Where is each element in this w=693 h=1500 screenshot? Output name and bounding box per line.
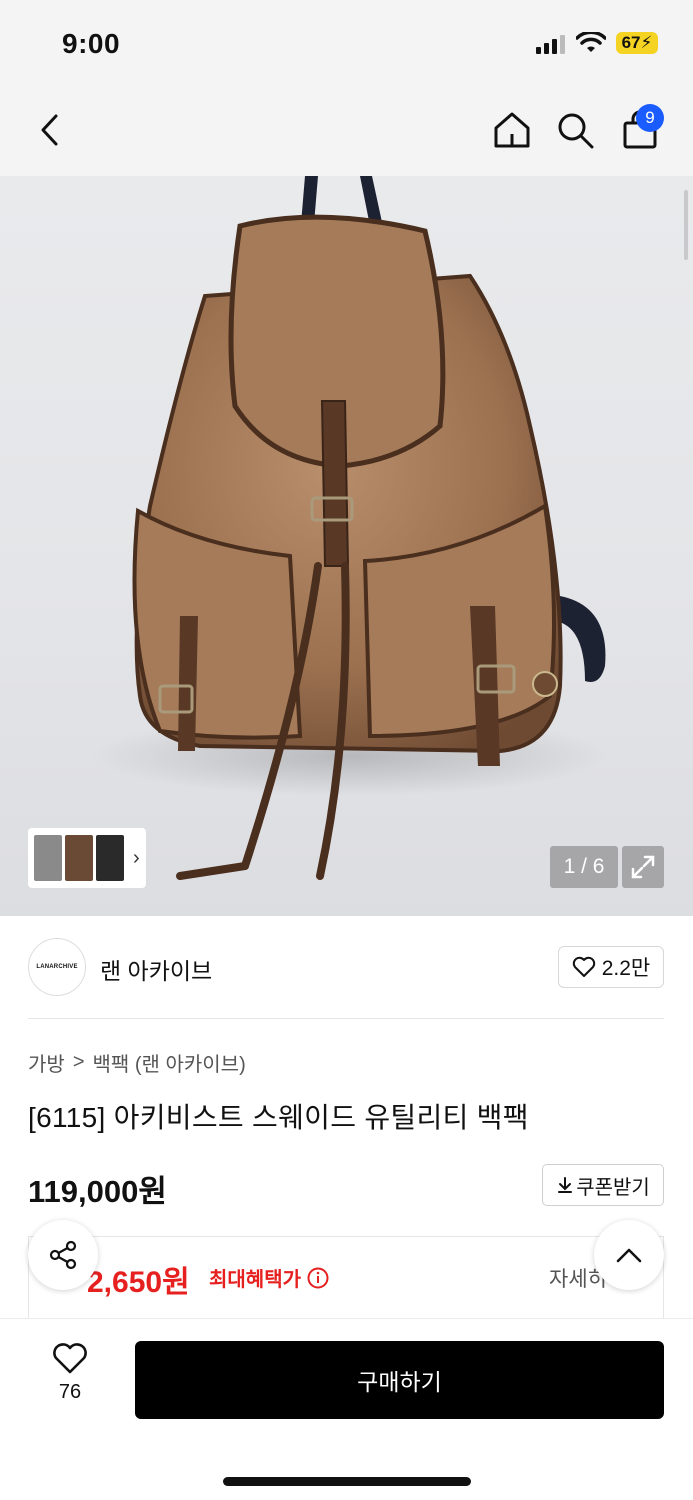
coupon-label: 쿠폰받기 [576, 1176, 650, 1199]
brand-row[interactable]: LANARCHIVE 랜 아카이브 2.2만 [0, 916, 693, 1018]
fullscreen-button[interactable] [622, 846, 664, 888]
breadcrumb-separator: > [72, 1051, 85, 1073]
buy-button[interactable]: 구매하기 [135, 1341, 664, 1419]
coupon-button[interactable]: 쿠폰받기 [542, 1164, 664, 1206]
thumbnail-1[interactable] [34, 835, 62, 881]
charging-icon: ⚡ [640, 33, 653, 52]
scroll-top-button[interactable] [594, 1220, 664, 1290]
wishlist-button[interactable]: 76 [40, 1343, 100, 1415]
brand-like-count: 2.2만 [601, 957, 651, 980]
thumbnail-2[interactable] [65, 835, 93, 881]
benefit-label: 최대혜택가 [209, 1263, 329, 1292]
heart-icon [53, 1343, 87, 1374]
product-title: [6115] 아키비스트 스웨이드 유틸리티 백팩 [28, 1102, 529, 1133]
product-image[interactable] [0, 176, 693, 916]
cart-count-badge: 9 [636, 104, 664, 132]
backpack-illustration [90, 176, 610, 880]
brand-like-button[interactable]: 2.2만 [558, 946, 664, 988]
benefit-label-text: 최대혜택가 [209, 1269, 301, 1291]
expand-icon [631, 855, 655, 879]
image-page-counter: 1 / 6 [550, 846, 618, 888]
share-button[interactable] [28, 1220, 98, 1290]
info-icon[interactable] [307, 1267, 329, 1289]
battery-level: 67 [621, 33, 641, 52]
top-nav [0, 90, 693, 176]
benefit-box[interactable]: 2,650원 최대혜택가 자세히 [28, 1236, 664, 1320]
bottom-action-bar: 76 구매하기 [0, 1318, 693, 1500]
chevron-up-icon [616, 1248, 642, 1263]
breadcrumb-category[interactable]: 가방 [28, 1048, 65, 1077]
brand-logo[interactable]: LANARCHIVE [28, 938, 86, 996]
benefit-price: 2,650원 [87, 1266, 190, 1299]
battery-indicator: 67⚡ [616, 32, 658, 54]
thumbnail-strip[interactable]: › [28, 828, 146, 888]
divider [28, 1018, 664, 1019]
search-icon [558, 113, 594, 149]
wishlist-count: 76 [58, 1381, 82, 1403]
breadcrumb: 가방 > 백팩 (랜 아카이브) [28, 1048, 246, 1077]
product-price: 119,000원 [28, 1174, 167, 1209]
wifi-icon [576, 32, 606, 52]
signal-icon [536, 35, 565, 54]
brand-name[interactable]: 랜 아카이브 [100, 952, 212, 986]
home-icon [494, 112, 530, 148]
share-icon [49, 1240, 77, 1270]
status-time: 9:00 [62, 28, 121, 59]
scroll-indicator [684, 190, 688, 260]
status-bar: 9:00 67⚡ [0, 0, 693, 90]
chevron-right-icon[interactable]: › [133, 847, 140, 870]
home-indicator [223, 1477, 471, 1486]
back-icon [41, 114, 58, 146]
thumbnail-3[interactable] [96, 835, 124, 881]
download-icon [558, 1177, 573, 1193]
home-button[interactable] [490, 108, 534, 152]
back-button[interactable] [28, 108, 72, 152]
search-button[interactable] [553, 108, 597, 152]
breadcrumb-subcategory[interactable]: 백팩 (랜 아카이브) [93, 1048, 246, 1077]
heart-icon [572, 956, 595, 977]
